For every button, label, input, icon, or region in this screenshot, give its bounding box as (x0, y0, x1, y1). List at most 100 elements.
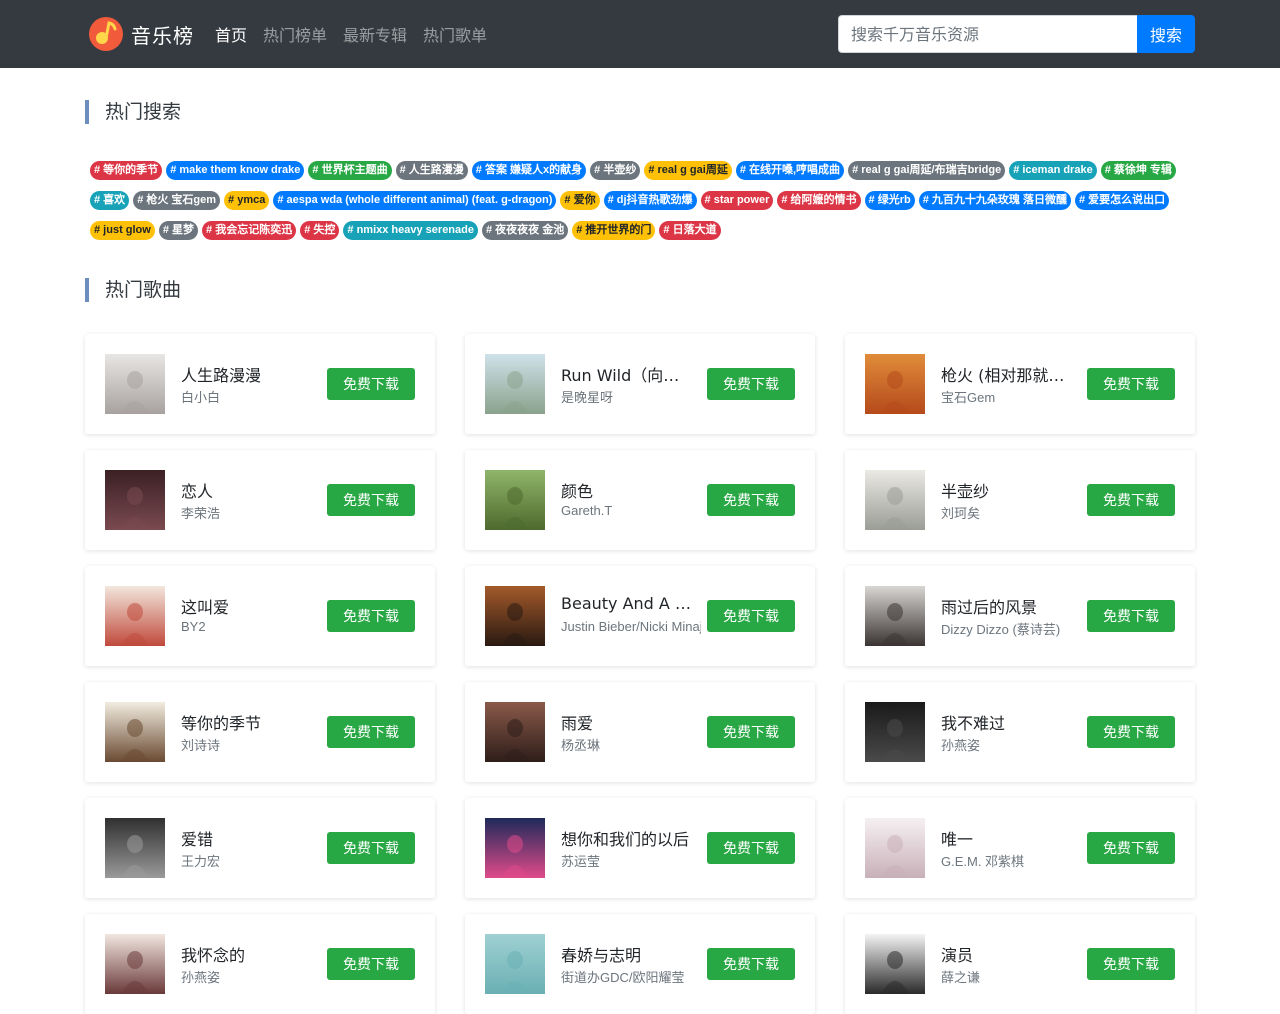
album-cover-image[interactable] (485, 586, 545, 646)
song-artist: 薛之谦 (941, 970, 981, 985)
album-cover-image[interactable] (485, 470, 545, 530)
song-title[interactable]: 春娇与志明 (561, 942, 691, 966)
free-download-button[interactable]: 免费下载 (327, 716, 415, 748)
free-download-button[interactable]: 免费下载 (327, 832, 415, 864)
album-cover-image[interactable] (485, 702, 545, 762)
free-download-button[interactable]: 免费下载 (707, 484, 795, 516)
hot-search-tag[interactable]: # ymca (224, 191, 270, 210)
free-download-button[interactable]: 免费下载 (1087, 368, 1175, 400)
music-note-logo-icon (89, 17, 123, 51)
hot-search-tag[interactable]: # 给阿嬷的情书 (777, 191, 861, 210)
free-download-button[interactable]: 免费下载 (707, 368, 795, 400)
song-title[interactable]: 枪火 (相对那就针… (941, 362, 1071, 386)
album-cover-image[interactable] (485, 818, 545, 878)
main-nav: 首页 热门榜单 最新专辑 热门歌单 (215, 22, 503, 46)
free-download-button[interactable]: 免费下载 (1087, 484, 1175, 516)
album-cover-image[interactable] (865, 470, 925, 530)
song-artist: Dizzy Dizzo (蔡诗芸) (941, 622, 1061, 637)
brand-home-link[interactable]: 音乐榜 (88, 16, 194, 52)
free-download-button[interactable]: 免费下载 (1087, 716, 1175, 748)
nav-new-albums[interactable]: 最新专辑 (343, 22, 407, 46)
song-title[interactable]: 恋人 (181, 478, 311, 502)
free-download-button[interactable]: 免费下载 (327, 368, 415, 400)
album-cover-image[interactable] (865, 818, 925, 878)
hot-search-tag[interactable]: # real g gai周延/布瑞吉bridge (848, 161, 1006, 180)
hot-search-tag[interactable]: # aespa wda (whole different animal) (fe… (273, 191, 557, 210)
hot-search-tag[interactable]: # 喜欢 (90, 191, 130, 210)
hot-search-tag[interactable]: # 在线开嗓,哼唱成曲 (735, 161, 845, 180)
search-button[interactable]: 搜索 (1137, 15, 1195, 53)
hot-search-tag[interactable]: # star power (700, 191, 774, 210)
hot-search-tag[interactable]: # iceman drake (1009, 161, 1097, 180)
free-download-button[interactable]: 免费下载 (707, 948, 795, 980)
hot-search-tag[interactable]: # 推开世界的门 (572, 221, 656, 240)
song-title[interactable]: 雨过后的风景 (941, 594, 1071, 618)
song-title[interactable]: 演员 (941, 942, 1071, 966)
song-title[interactable]: 我不难过 (941, 710, 1071, 734)
hot-search-tag[interactable]: # 枪火 宝石gem (133, 191, 221, 210)
song-title[interactable]: Run Wild（向风而… (561, 362, 691, 386)
hot-search-tag[interactable]: # 半壶纱 (590, 161, 641, 180)
song-title[interactable]: 雨爱 (561, 710, 691, 734)
album-cover-image[interactable] (105, 934, 165, 994)
hot-search-tag[interactable]: # 九百九十九朵玫瑰 落日微醺 (918, 191, 1071, 210)
hot-search-tag[interactable]: # just glow (90, 221, 155, 240)
hot-search-tag[interactable]: # 等你的季节 (90, 161, 163, 180)
free-download-button[interactable]: 免费下载 (327, 484, 415, 516)
song-title[interactable]: 人生路漫漫 (181, 362, 311, 386)
search-input[interactable] (838, 15, 1137, 53)
free-download-button[interactable]: 免费下载 (707, 716, 795, 748)
song-title[interactable]: 我怀念的 (181, 942, 311, 966)
song-card: Run Wild（向风而… 是晚星呀 免费下载 (465, 334, 815, 434)
free-download-button[interactable]: 免费下载 (707, 832, 795, 864)
hot-search-tag[interactable]: # 绿光rb (864, 191, 915, 210)
album-cover-image[interactable] (865, 702, 925, 762)
album-cover-image[interactable] (485, 354, 545, 414)
hot-search-tags: # 等你的季节 # make them know drake # 世界杯主题曲 # 人… (90, 161, 1200, 240)
hot-search-tag[interactable]: # 答案 嫌疑人x的献身 (471, 161, 587, 180)
song-title[interactable]: 半壶纱 (941, 478, 1071, 502)
hot-search-tag[interactable]: # dj抖音热歌劲爆 (603, 191, 697, 210)
hot-search-tag[interactable]: # 爱要怎么说出口 (1074, 191, 1170, 210)
hot-search-tag[interactable]: # 失控 (300, 221, 340, 240)
song-card: 想你和我们的以后 苏运莹 免费下载 (465, 798, 815, 898)
nav-home[interactable]: 首页 (215, 22, 247, 46)
song-title[interactable]: 颜色 (561, 478, 691, 502)
free-download-button[interactable]: 免费下载 (707, 600, 795, 632)
free-download-button[interactable]: 免费下载 (1087, 832, 1175, 864)
free-download-button[interactable]: 免费下载 (1087, 600, 1175, 632)
song-title[interactable]: 爱错 (181, 826, 311, 850)
album-cover-image[interactable] (865, 586, 925, 646)
hot-search-tag[interactable]: # 日落大道 (659, 221, 721, 240)
hot-search-tag[interactable]: # 星梦 (158, 221, 199, 240)
free-download-button[interactable]: 免费下载 (327, 948, 415, 980)
song-title[interactable]: 等你的季节 (181, 710, 311, 734)
album-cover-image[interactable] (105, 470, 165, 530)
album-cover-image[interactable] (105, 586, 165, 646)
song-artist: 是晚星呀 (561, 390, 614, 405)
song-title[interactable]: 想你和我们的以后 (561, 826, 691, 850)
nav-hot-charts[interactable]: 热门榜单 (263, 22, 327, 46)
song-artist: 孙燕姿 (941, 738, 981, 753)
album-cover-image[interactable] (865, 354, 925, 414)
hot-search-tag[interactable]: # 爱你 (560, 191, 600, 210)
song-title[interactable]: 唯一 (941, 826, 1071, 850)
hot-search-tag[interactable]: # 世界杯主题曲 (308, 161, 392, 180)
hot-search-tag[interactable]: # 人生路漫漫 (395, 161, 468, 180)
song-title[interactable]: Beauty And A Beat (561, 594, 691, 613)
hot-search-tag[interactable]: # nmixx heavy serenade (343, 221, 478, 240)
album-cover-image[interactable] (865, 934, 925, 994)
hot-search-tag[interactable]: # 蔡徐坤 专辑 (1100, 161, 1176, 180)
album-cover-image[interactable] (105, 354, 165, 414)
free-download-button[interactable]: 免费下载 (1087, 948, 1175, 980)
album-cover-image[interactable] (105, 702, 165, 762)
hot-search-tag[interactable]: # 夜夜夜夜 金池 (481, 221, 569, 240)
song-title[interactable]: 这叫爱 (181, 594, 311, 618)
free-download-button[interactable]: 免费下载 (327, 600, 415, 632)
nav-hot-playlists[interactable]: 热门歌单 (423, 22, 487, 46)
album-cover-image[interactable] (485, 934, 545, 994)
hot-search-tag[interactable]: # real g gai周延 (644, 161, 732, 180)
album-cover-image[interactable] (105, 818, 165, 878)
hot-search-tag[interactable]: # make them know drake (166, 161, 305, 180)
hot-search-tag[interactable]: # 我会忘记陈奕迅 (202, 221, 297, 240)
